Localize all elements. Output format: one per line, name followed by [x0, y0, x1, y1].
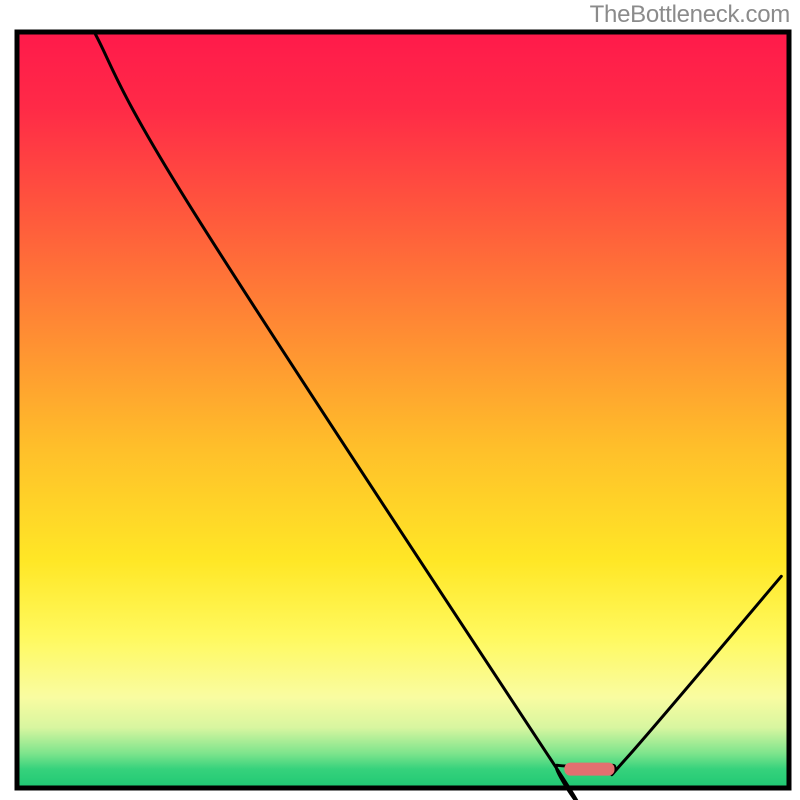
bottleneck-chart — [0, 0, 800, 800]
optimal-marker — [564, 763, 614, 776]
gradient-panel — [17, 32, 789, 788]
